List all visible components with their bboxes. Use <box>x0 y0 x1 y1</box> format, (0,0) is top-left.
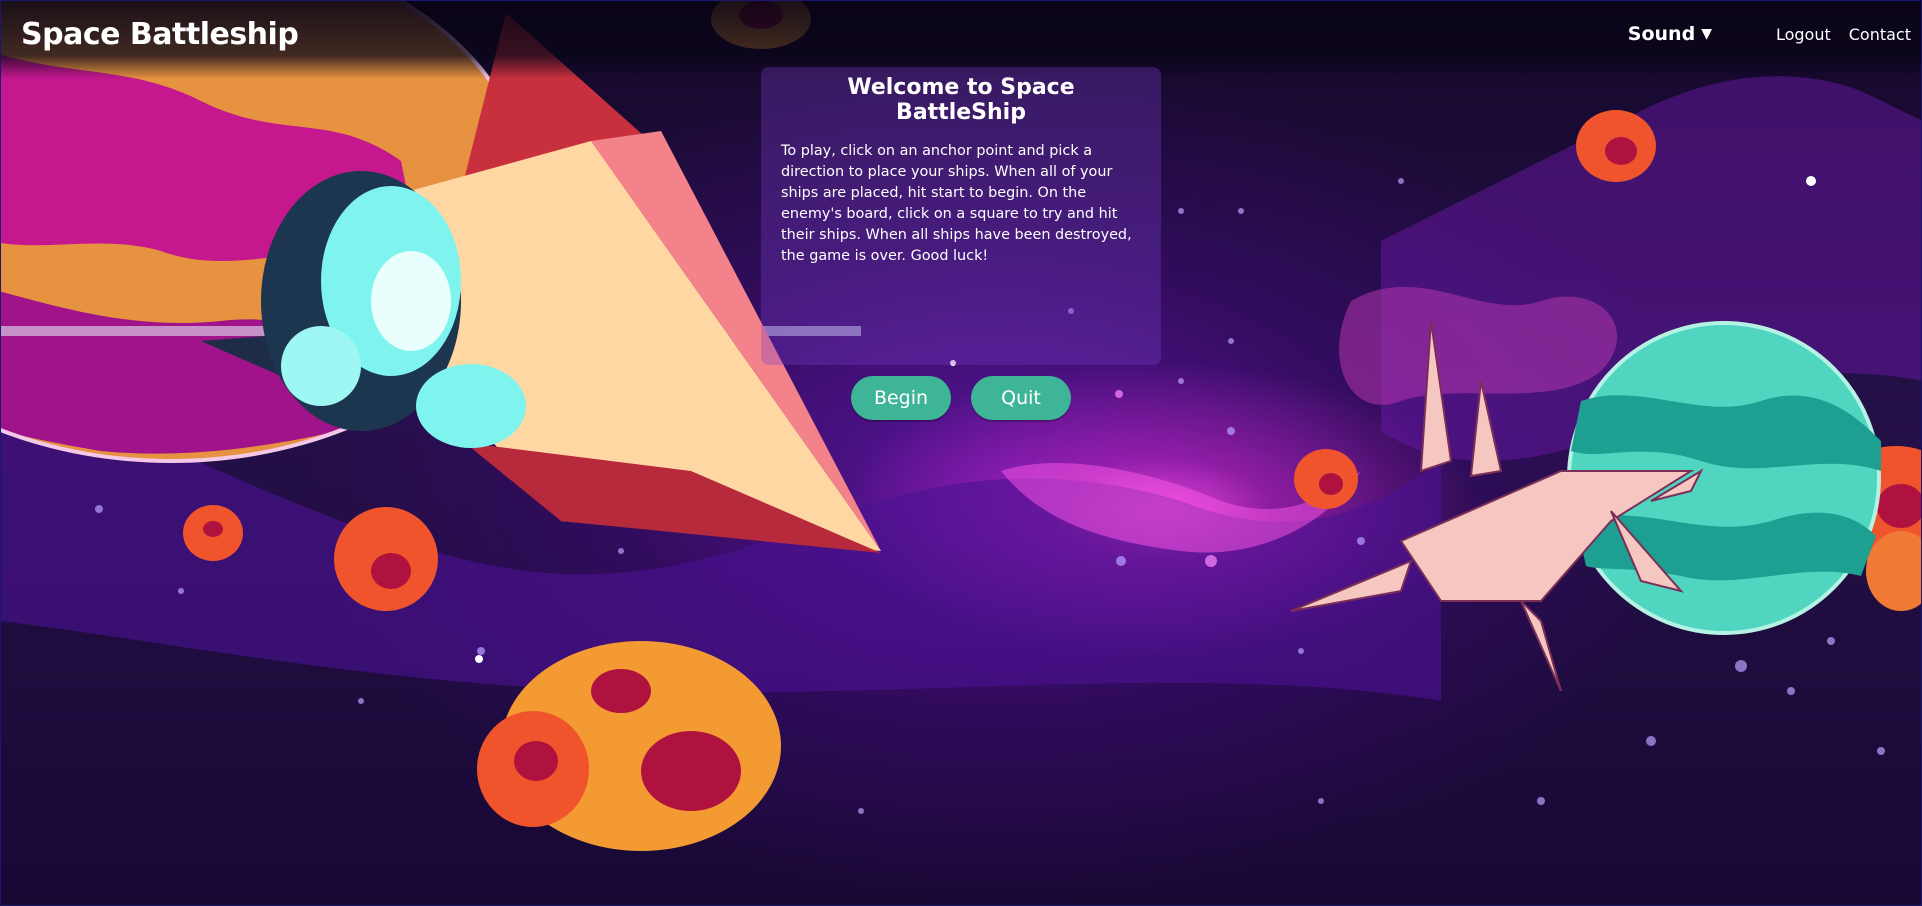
chevron-down-icon: ▼ <box>1701 26 1712 42</box>
sound-dropdown[interactable]: Sound ▼ <box>1628 23 1712 45</box>
sound-label: Sound <box>1627 23 1696 45</box>
space-background: Space Battleship Sound ▼ Logout Contact … <box>0 0 1922 906</box>
action-buttons: Begin Quit <box>851 376 1071 420</box>
instructions-text: To play, click on an anchor point and pi… <box>781 143 1132 264</box>
welcome-panel: Welcome to Space BattleShip To play, cli… <box>761 67 1161 365</box>
quit-button[interactable]: Quit <box>971 376 1071 420</box>
contact-link[interactable]: Contact <box>1849 25 1911 44</box>
app-title: Space Battleship <box>21 17 299 52</box>
begin-button[interactable]: Begin <box>851 376 951 420</box>
logout-link[interactable]: Logout <box>1776 25 1831 44</box>
nav-right: Sound ▼ Logout Contact <box>1628 23 1911 45</box>
welcome-title: Welcome to Space BattleShip <box>847 75 1075 125</box>
